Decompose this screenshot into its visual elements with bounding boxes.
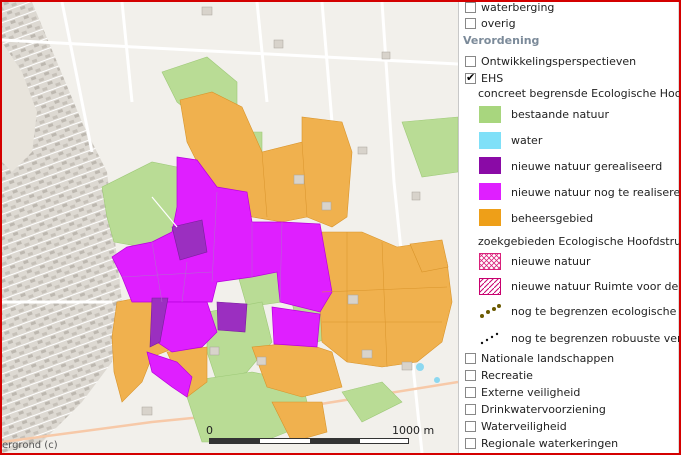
legend-label: nieuwe natuur gerealiseerd — [511, 160, 663, 173]
layer-toggle-regionale-waterkeringen[interactable]: Regionale waterkeringen — [459, 435, 618, 451]
layer-label: Drinkwatervoorziening — [481, 402, 606, 416]
legend-label: nieuwe natuur — [511, 255, 591, 268]
layer-toggle-waterberging[interactable]: waterberging — [459, 2, 554, 15]
section-title: Verordening — [463, 34, 540, 47]
attribution-line-1: ergrond (c) — [2, 440, 58, 451]
layer-toggle-externe-veiligheid[interactable]: Externe veiligheid — [459, 384, 580, 400]
legend-swatch-nieuwe-natuur-te-realiseren — [479, 183, 501, 200]
checkbox[interactable] — [465, 55, 476, 67]
layer-toggle-nationale-landschappen[interactable]: Nationale landschappen — [459, 350, 614, 366]
layer-toggle-recreatie[interactable]: Recreatie — [459, 367, 533, 383]
legend-label: water — [511, 134, 543, 147]
legend-swatch-nieuwe-natuur-gerealiseerd — [479, 157, 501, 174]
map-viewport[interactable]: ergrond (c) 0 1000 m — [2, 2, 458, 453]
checkbox[interactable] — [465, 386, 476, 398]
legend-group-title: concreet begrensde Ecologische Hoofdstru… — [478, 87, 681, 100]
legend-swatch-bestaande-natuur — [479, 106, 501, 123]
checkbox[interactable] — [465, 352, 476, 364]
checkbox-checked[interactable] — [465, 71, 476, 84]
layer-toggle-overig[interactable]: overig — [459, 15, 516, 31]
scale-end-label: 1000 m — [392, 424, 435, 437]
layer-toggle-drinkwatervoorziening[interactable]: Drinkwatervoorziening — [459, 401, 606, 417]
legend-label: nieuwe natuur Ruimte voor de Rivier — [511, 280, 679, 293]
layer-label: Waterveiligheid — [481, 419, 567, 433]
map-attribution: ergrond (c) — [2, 440, 58, 451]
layer-label: overig — [481, 16, 516, 30]
layer-label: Recreatie — [481, 368, 533, 382]
legend-swatch-dotted-zone — [480, 304, 501, 318]
app-frame: ergrond (c) 0 1000 m waterberging overig… — [0, 0, 681, 455]
layer-label: Ontwikkelingsperspectieven — [481, 54, 637, 68]
scale-bar: 0 1000 m — [206, 424, 436, 445]
legend-label: beheersgebied — [511, 212, 594, 225]
checkbox[interactable] — [465, 2, 476, 13]
checkbox[interactable] — [465, 369, 476, 381]
layer-label: Regionale waterkeringen — [481, 436, 619, 450]
checkbox[interactable] — [465, 403, 476, 415]
legend-swatch-crosshatch — [479, 253, 501, 270]
layer-toggle-waterveiligheid[interactable]: Waterveiligheid — [459, 418, 567, 434]
layer-label: Nationale landschappen — [481, 351, 615, 365]
legend-group-title: zoekgebieden Ecologische Hoofdstructuur — [478, 235, 681, 248]
legend-panel: waterberging overig Verordening Ontwikke… — [458, 2, 681, 453]
scale-bar-graphic — [209, 438, 409, 444]
map-canvas[interactable] — [2, 2, 458, 453]
legend-label: bestaande natuur — [511, 108, 609, 121]
layer-toggle-ontwikkelingsperspectieven[interactable]: Ontwikkelingsperspectieven — [459, 53, 636, 69]
legend-swatch-beheersgebied — [479, 209, 501, 226]
scale-start-label: 0 — [206, 424, 213, 437]
layer-toggle-ehs[interactable]: EHS — [459, 70, 503, 86]
layer-label: Externe veiligheid — [481, 385, 581, 399]
layer-label: EHS — [481, 71, 504, 85]
legend-swatch-small-dotted-zone — [480, 332, 499, 345]
checkbox[interactable] — [465, 17, 476, 29]
checkbox[interactable] — [465, 437, 476, 449]
legend-swatch-water — [479, 132, 501, 149]
checkbox[interactable] — [465, 420, 476, 432]
layer-label: waterberging — [481, 2, 555, 14]
legend-swatch-diagonal — [479, 278, 501, 295]
legend-label: nog te begrenzen ecologische verbindings… — [511, 305, 679, 318]
legend-label: nog te begrenzen robuuste verbindingszon… — [511, 332, 681, 345]
legend-label: nieuwe natuur nog te realiseren — [511, 186, 681, 199]
